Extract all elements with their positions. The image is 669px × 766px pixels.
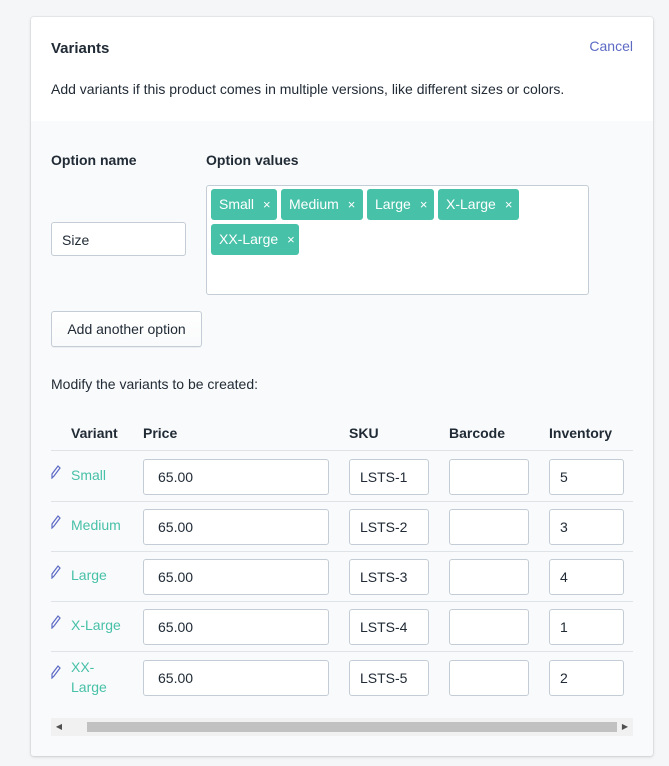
column-header-inventory: Inventory: [549, 425, 613, 441]
barcode-input[interactable]: [449, 559, 529, 595]
price-input[interactable]: 65.00: [143, 660, 329, 696]
card-header: Variants Cancel Add variants if this pro…: [31, 17, 653, 121]
inventory-input[interactable]: 3: [549, 509, 624, 545]
variant-name[interactable]: XX-Large: [71, 657, 111, 697]
barcode-input[interactable]: [449, 609, 529, 645]
inventory-input[interactable]: 5: [549, 459, 624, 495]
column-header-variant: Variant: [71, 425, 118, 441]
tag-label: Small: [219, 196, 255, 212]
inventory-input[interactable]: 2: [549, 660, 624, 696]
add-another-option-button[interactable]: Add another option: [51, 311, 202, 347]
barcode-input[interactable]: [449, 459, 529, 495]
sku-input[interactable]: LSTS-3: [349, 559, 429, 595]
sku-input[interactable]: LSTS-5: [349, 660, 429, 696]
remove-tag-icon[interactable]: ×: [287, 232, 295, 247]
remove-tag-icon[interactable]: ×: [420, 197, 428, 212]
modify-variants-label: Modify the variants to be created:: [51, 376, 258, 392]
remove-tag-icon[interactable]: ×: [348, 197, 356, 212]
edit-icon[interactable]: [51, 615, 61, 629]
tag-label: Large: [375, 196, 411, 212]
scroll-left-arrow-icon[interactable]: ◀: [54, 722, 64, 732]
inventory-input[interactable]: 4: [549, 559, 624, 595]
card-description: Add variants if this product comes in mu…: [51, 81, 565, 97]
edit-icon[interactable]: [51, 665, 61, 679]
option-values-label: Option values: [206, 152, 299, 168]
cancel-link[interactable]: Cancel: [589, 38, 633, 54]
row-divider: [51, 551, 633, 552]
sku-input[interactable]: LSTS-2: [349, 509, 429, 545]
horizontal-scrollbar[interactable]: ◀ ▶: [51, 718, 633, 736]
row-divider: [51, 450, 633, 451]
tag-large: Large ×: [367, 189, 434, 220]
variant-name[interactable]: Medium: [71, 515, 121, 535]
price-input[interactable]: 65.00: [143, 459, 329, 495]
barcode-input[interactable]: [449, 509, 529, 545]
price-input[interactable]: 65.00: [143, 509, 329, 545]
column-header-price: Price: [143, 425, 178, 441]
tag-label: Medium: [289, 196, 339, 212]
row-divider: [51, 601, 633, 602]
card-title: Variants: [51, 40, 110, 57]
variants-card: Variants Cancel Add variants if this pro…: [31, 17, 653, 756]
sku-input[interactable]: LSTS-4: [349, 609, 429, 645]
tag-xx-large: XX-Large ×: [211, 224, 299, 255]
column-header-sku: SKU: [349, 425, 379, 441]
tag-label: XX-Large: [219, 231, 279, 247]
tag-small: Small ×: [211, 189, 277, 220]
tag-medium: Medium ×: [281, 189, 363, 220]
row-divider: [51, 501, 633, 502]
price-input[interactable]: 65.00: [143, 559, 329, 595]
barcode-input[interactable]: [449, 660, 529, 696]
scroll-right-arrow-icon[interactable]: ▶: [620, 722, 630, 732]
variant-name[interactable]: X-Large: [71, 615, 121, 635]
option-name-input[interactable]: Size: [51, 222, 186, 256]
tag-x-large: X-Large ×: [438, 189, 519, 220]
edit-icon[interactable]: [51, 515, 61, 529]
row-divider: [51, 651, 633, 652]
scrollbar-thumb[interactable]: [87, 722, 617, 732]
edit-icon[interactable]: [51, 565, 61, 579]
sku-input[interactable]: LSTS-1: [349, 459, 429, 495]
variant-name[interactable]: Small: [71, 465, 106, 485]
remove-tag-icon[interactable]: ×: [505, 197, 513, 212]
option-name-label: Option name: [51, 152, 137, 168]
inventory-input[interactable]: 1: [549, 609, 624, 645]
variant-name[interactable]: Large: [71, 565, 107, 585]
tag-label: X-Large: [446, 196, 496, 212]
remove-tag-icon[interactable]: ×: [263, 197, 271, 212]
edit-icon[interactable]: [51, 465, 61, 479]
column-header-barcode: Barcode: [449, 425, 506, 441]
price-input[interactable]: 65.00: [143, 609, 329, 645]
